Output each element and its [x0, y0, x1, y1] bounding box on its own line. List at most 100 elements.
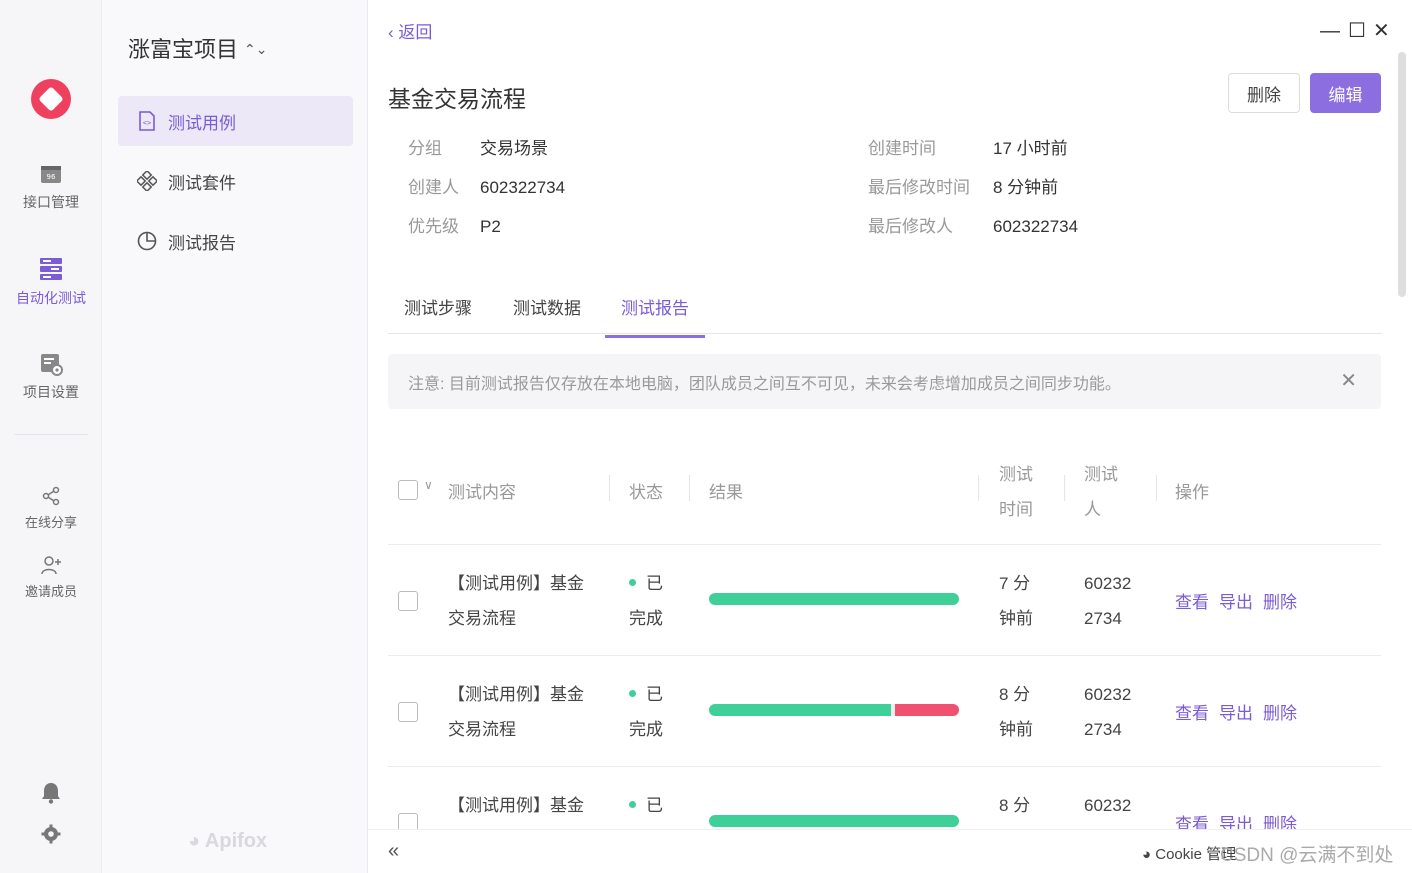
row-content-line1: 【测试用例】基金	[448, 796, 584, 815]
project-switcher[interactable]: 涨富宝项目 ⌃⌄	[128, 32, 267, 64]
rail-item-share-label: 在线分享	[24, 515, 77, 530]
meta-priority: 优先级 P2	[408, 212, 501, 237]
result-bar	[709, 815, 959, 827]
rail-item-share[interactable]: 在线分享	[0, 486, 102, 531]
row-user-line2: 2734	[1084, 609, 1122, 628]
select-all-checkbox[interactable]	[398, 480, 418, 500]
main-panel: ‹ 返回 — ☐ ✕ 基金交易流程 删除 编辑 分组 交易场景 创建人 602322…	[368, 0, 1412, 873]
row-content-line1: 【测试用例】基金	[448, 685, 584, 704]
edit-button[interactable]: 编辑	[1310, 73, 1381, 113]
row-ops: 查看 导出 删除	[1175, 810, 1307, 829]
row-time-line2: 钟前	[999, 609, 1033, 628]
row-time-line1: 8 分	[999, 685, 1031, 704]
app-logo	[31, 79, 71, 119]
meta-priority-value: P2	[480, 217, 501, 236]
delete-button[interactable]: 删除	[1228, 73, 1300, 113]
meta-created: 创建时间 17 小时前	[868, 134, 1068, 159]
meta-created-value: 17 小时前	[993, 139, 1068, 158]
automation-icon	[40, 258, 62, 280]
vertical-scrollbar[interactable]	[1398, 52, 1406, 297]
status-dot-icon	[629, 801, 636, 808]
notice-banner: 注意: 目前测试报告仅存放在本地电脑，团队成员之间互不可见，未来会考虑增加成员之…	[388, 354, 1381, 409]
back-link[interactable]: ‹ 返回	[388, 18, 432, 43]
chevron-down-icon[interactable]: ∨	[424, 478, 433, 492]
watermark-text: CSDN @云满不到处	[1220, 845, 1394, 866]
maximize-button[interactable]: ☐	[1348, 18, 1366, 44]
meta-modifier-value: 602322734	[993, 217, 1079, 236]
row-status: 已	[629, 788, 663, 823]
row-status-line1: 已	[646, 685, 663, 704]
rail-item-project-settings[interactable]: 项目设置	[0, 352, 102, 402]
column-divider	[1064, 475, 1065, 501]
th-status: 状态	[629, 483, 663, 502]
minimize-button[interactable]: —	[1320, 18, 1340, 44]
view-link[interactable]: 查看	[1175, 815, 1209, 829]
row-status-line2: 完成	[629, 609, 663, 628]
meta-creator: 创建人 602322734	[408, 173, 565, 198]
tab-test-reports[interactable]: 测试报告	[605, 294, 705, 338]
view-link[interactable]: 查看	[1175, 704, 1209, 723]
row-time-line1: 8 分	[999, 796, 1031, 815]
bell-icon[interactable]	[41, 782, 61, 804]
row-checkbox[interactable]	[398, 702, 418, 722]
rail-item-api-label: 接口管理	[23, 194, 79, 210]
test-case-icon: <>	[136, 111, 158, 131]
close-window-button[interactable]: ✕	[1373, 18, 1390, 44]
row-content-line2: 交易流程	[448, 609, 516, 628]
meta-modified: 最后修改时间 8 分钟前	[868, 173, 1058, 198]
row-checkbox[interactable]	[398, 813, 418, 829]
tab-test-data[interactable]: 测试数据	[513, 294, 581, 335]
settings-doc-icon	[41, 354, 63, 376]
export-link[interactable]: 导出	[1219, 815, 1253, 829]
gear-icon[interactable]	[41, 824, 61, 844]
delete-link[interactable]: 删除	[1263, 704, 1297, 723]
sidebar-item-test-suites[interactable]: 测试套件	[118, 156, 353, 206]
export-link[interactable]: 导出	[1219, 704, 1253, 723]
rail-item-automation-label: 自动化测试	[16, 290, 86, 306]
row-checkbox[interactable]	[398, 591, 418, 611]
meta-group-value: 交易场景	[480, 139, 548, 158]
th-user-line1: 测试	[1084, 465, 1118, 484]
export-link[interactable]: 导出	[1219, 593, 1253, 612]
collapse-sidebar-icon[interactable]: «	[388, 840, 399, 863]
table-row: 【测试用例】基金 已 8 分 60232 查看 导出 删除	[388, 767, 1381, 829]
delete-link[interactable]: 删除	[1263, 593, 1297, 612]
cookie-icon: ◕	[1142, 846, 1156, 863]
rail-item-automation[interactable]: 自动化测试	[0, 256, 102, 308]
row-status-line1: 已	[646, 574, 663, 593]
svg-text:96: 96	[47, 173, 56, 181]
switch-caret-icon: ⌃⌄	[244, 41, 268, 57]
sidebar-item-test-reports[interactable]: 测试报告	[118, 216, 353, 266]
meta-modified-key: 最后修改时间	[868, 178, 970, 197]
row-ops: 查看 导出 删除	[1175, 699, 1307, 724]
result-fail-segment	[895, 704, 959, 716]
th-time-line1: 测试	[999, 465, 1033, 484]
tab-bar: 测试步骤 测试数据 测试报告	[388, 280, 1382, 338]
row-status-line1: 已	[646, 796, 663, 815]
status-dot-icon	[629, 579, 636, 586]
rail-item-invite[interactable]: 邀请成员	[0, 555, 102, 600]
row-content: 【测试用例】基金 交易流程	[448, 677, 584, 747]
th-content: 测试内容	[448, 483, 516, 502]
notice-text: 注意: 目前测试报告仅存放在本地电脑，团队成员之间互不可见，未来会考虑增加成员之…	[408, 375, 1121, 393]
row-time: 7 分 钟前	[999, 566, 1033, 636]
rail-item-api[interactable]: 96 接口管理	[0, 162, 102, 212]
meta-creator-value: 602322734	[480, 178, 566, 197]
meta-creator-key: 创建人	[408, 178, 459, 197]
row-user-line2: 2734	[1084, 720, 1122, 739]
meta-modifier: 最后修改人 602322734	[868, 212, 1078, 237]
tab-test-steps[interactable]: 测试步骤	[404, 294, 472, 335]
column-divider	[609, 475, 610, 501]
sidebar-item-test-cases[interactable]: <> 测试用例	[118, 96, 353, 146]
row-time-line1: 7 分	[999, 574, 1031, 593]
view-link[interactable]: 查看	[1175, 593, 1209, 612]
result-bar	[709, 593, 959, 605]
app-rail: 96 接口管理 自动化测试 项目设置 在线分享 邀请成员	[0, 0, 102, 873]
th-ops: 操作	[1175, 483, 1209, 502]
delete-link[interactable]: 删除	[1263, 815, 1297, 829]
pie-chart-icon	[136, 231, 158, 251]
row-ops: 查看 导出 删除	[1175, 588, 1307, 613]
row-content-line1: 【测试用例】基金	[448, 574, 584, 593]
meta-modifier-key: 最后修改人	[868, 217, 953, 236]
close-notice-icon[interactable]: ✕	[1340, 368, 1357, 393]
